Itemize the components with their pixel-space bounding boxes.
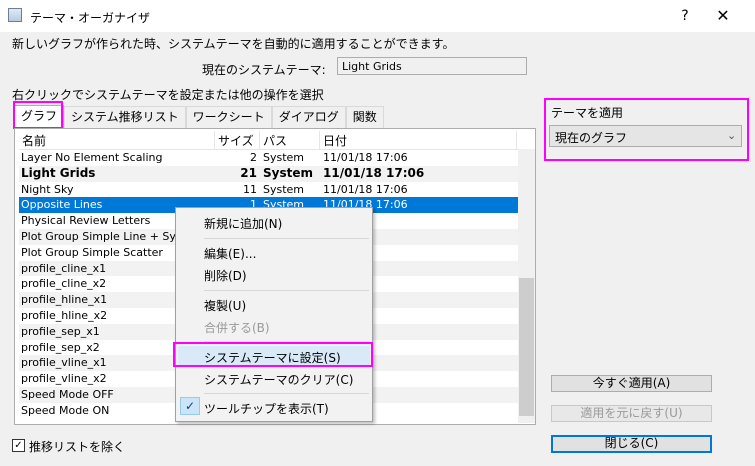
menu-separator — [204, 393, 369, 394]
column-path[interactable]: パス — [260, 131, 320, 149]
menu-item-set-system-theme[interactable]: システムテーマに設定(S) — [204, 349, 341, 366]
tab-worksheet[interactable]: ワークシート — [185, 106, 272, 128]
menu-item-show-tooltips[interactable]: ツールチップを表示(T) — [204, 400, 329, 417]
column-size[interactable]: サイズ — [215, 131, 260, 149]
tab-system-transition-list[interactable]: システム推移リスト — [64, 106, 186, 128]
close-icon[interactable]: ✕ — [709, 5, 737, 27]
tab-strip: グラフ システム推移リスト ワークシート ダイアログ 関数 — [14, 105, 384, 129]
tab-function[interactable]: 関数 — [345, 106, 384, 128]
cell-size: 11 — [243, 182, 257, 196]
cell-name: Light Grids — [21, 165, 96, 180]
cell-name: Night Sky — [21, 182, 74, 196]
cell-date: 11/01/18 17:06 — [323, 165, 425, 180]
cell-size: 21 — [240, 165, 257, 180]
exclude-transition-checkbox[interactable]: ✓ — [12, 439, 25, 452]
menu-separator — [204, 290, 369, 291]
cell-path: System — [263, 182, 305, 196]
close-button[interactable]: 閉じる(C) — [551, 435, 712, 453]
menu-item-add-new[interactable]: 新規に追加(N) — [204, 215, 282, 232]
checkmark-icon: ✓ — [180, 397, 200, 415]
app-icon — [8, 8, 22, 22]
intro-text: 新しいグラフが作られた時、システムテーマを自動的に適用することができます。 — [12, 37, 455, 51]
apply-theme-label: テーマを適用 — [551, 106, 624, 120]
tab-dialog[interactable]: ダイアログ — [271, 106, 346, 128]
exclude-transition-label[interactable]: 推移リストを除く — [29, 438, 125, 455]
cell-date: 11/01/18 17:06 — [323, 182, 408, 196]
hint-text: 右クリックでシステムテーマを設定または他の操作を選択 — [12, 88, 324, 102]
table-row[interactable]: Night Sky 11 System 11/01/18 17:06 — [19, 182, 535, 198]
column-date[interactable]: 日付 — [320, 131, 517, 149]
undo-apply-button: 適用を元に戻す(U) — [551, 405, 712, 422]
context-menu: 新規に追加(N) 編集(E)... 削除(D) 複製(U) 合併する(B) シス… — [175, 207, 373, 422]
cell-name: Layer No Element Scaling — [21, 151, 163, 164]
current-theme-label: 現在のシステムテーマ: — [202, 63, 326, 77]
tab-graph[interactable]: グラフ — [14, 105, 65, 129]
chevron-down-icon[interactable]: ⌄ — [727, 129, 736, 142]
column-name[interactable]: 名前 — [19, 131, 215, 149]
menu-item-merge: 合併する(B) — [204, 321, 270, 335]
cell-path: System — [263, 165, 313, 180]
menu-item-edit[interactable]: 編集(E)... — [204, 245, 256, 262]
menu-item-clear-system-theme[interactable]: システムテーマのクリア(C) — [204, 371, 353, 388]
menu-separator — [204, 341, 369, 342]
cell-size: 2 — [250, 151, 257, 164]
menu-item-duplicate[interactable]: 複製(U) — [204, 297, 246, 314]
menu-separator — [204, 238, 369, 239]
table-row[interactable]: Light Grids 21 System 11/01/18 17:06 — [19, 165, 535, 182]
menu-item-delete[interactable]: 削除(D) — [204, 267, 247, 284]
current-theme-field: Light Grids — [337, 57, 527, 75]
table-row[interactable]: Layer No Element Scaling 2 System 11/01/18 … — [19, 150, 535, 166]
cell-path: System — [263, 151, 305, 164]
help-button[interactable]: ? — [671, 5, 699, 27]
cell-date: 11/01/18 17:06 — [323, 151, 408, 164]
window-title: テーマ・オーガナイザ — [30, 11, 151, 25]
apply-target-dropdown[interactable]: 現在のグラフ — [549, 125, 742, 147]
scrollbar-thumb[interactable] — [519, 278, 534, 416]
table-header: 名前 サイズ パス 日付 — [19, 131, 535, 150]
apply-now-button[interactable]: 今すぐ適用(A) — [551, 375, 712, 392]
